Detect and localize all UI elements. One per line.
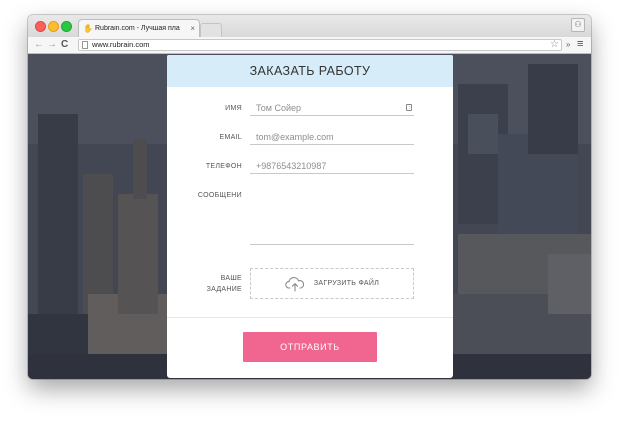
name-input[interactable] [250,100,414,116]
profile-icon[interactable]: ⚇ [571,18,585,32]
phone-input[interactable] [250,158,414,174]
maximize-window-button[interactable] [61,21,72,32]
back-arrow-icon[interactable]: ← [34,38,44,52]
tab-title: Rubrain.com - Лучшая пла [95,25,180,32]
upload-file-label: ЗАГРУЗИТЬ ФАЙЛ [313,280,380,287]
upload-file-button[interactable]: ЗАГРУЗИТЬ ФАЙЛ [250,268,414,299]
forward-arrow-icon[interactable]: → [47,38,57,52]
attachment-label-line1: ВАШЕ [220,275,242,282]
email-input[interactable] [250,129,414,145]
modal-header: ЗАКАЗАТЬ РАБОТУ [167,55,453,87]
close-window-button[interactable] [35,21,46,32]
tab-strip: ✋ Rubrain.com - Лучшая пла × ⚇ [28,15,591,37]
favicon-icon: ✋ [83,24,93,33]
address-bar[interactable]: www.rubrain.com ☆ [78,39,562,51]
order-form-modal: ЗАКАЗАТЬ РАБОТУ ИМЯ ⋮ EMAIL ТЕЛЕФОН СООБ… [167,55,453,378]
extensions-chevron-icon[interactable]: » [566,38,570,52]
name-label: ИМЯ [225,105,242,112]
message-label: СООБЩЕНИ [197,192,242,199]
browser-toolbar: ← → C www.rubrain.com ☆ » ≡ [28,37,591,54]
attachment-label: ВАШЕ ЗАДАНИЕ [207,273,242,295]
modal-title: ЗАКАЗАТЬ РАБОТУ [249,64,371,78]
submit-button[interactable]: ОТПРАВИТЬ [243,332,377,362]
browser-tab[interactable]: ✋ Rubrain.com - Лучшая пла × [78,19,200,37]
url-text: www.rubrain.com [92,40,150,49]
minimize-window-button[interactable] [48,21,59,32]
autofill-icon[interactable]: ⋮ [406,104,412,111]
form-divider [167,317,453,318]
bookmark-star-icon[interactable]: ☆ [550,39,559,50]
page-icon [82,41,88,49]
browser-window: ✋ Rubrain.com - Лучшая пла × ⚇ ← → C www… [28,15,591,379]
message-textarea[interactable] [250,193,414,245]
menu-icon[interactable]: ≡ [577,37,583,52]
page-viewport: ЗАКАЗАТЬ РАБОТУ ИМЯ ⋮ EMAIL ТЕЛЕФОН СООБ… [28,54,591,379]
phone-label: ТЕЛЕФОН [205,163,242,170]
attachment-label-line2: ЗАДАНИЕ [206,286,242,293]
email-label: EMAIL [219,134,242,141]
cloud-upload-icon [285,276,305,292]
reload-icon[interactable]: C [61,38,68,52]
tab-close-icon[interactable]: × [190,24,195,33]
new-tab-button[interactable] [200,23,222,37]
